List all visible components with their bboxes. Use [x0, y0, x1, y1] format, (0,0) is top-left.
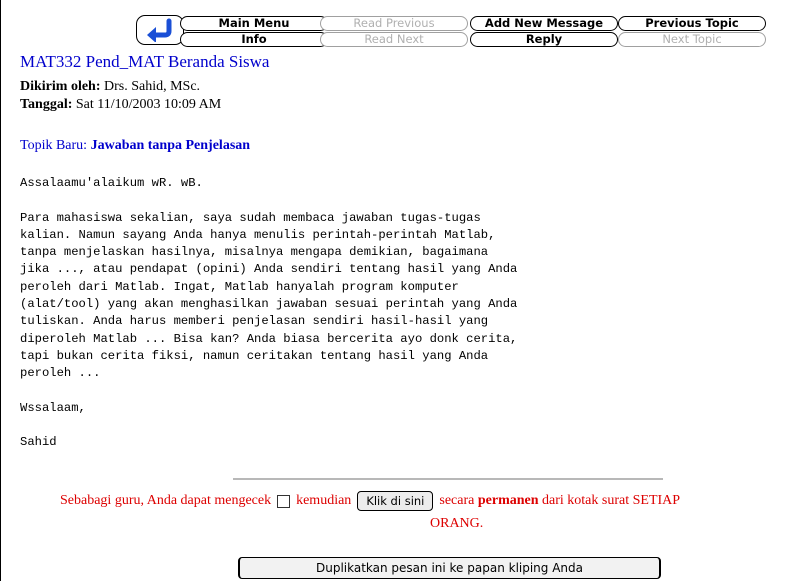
date-line: Tanggal: Sat 11/10/2003 10:09 AM — [20, 97, 221, 113]
topic-value: Jawaban tanpa Penjelasan — [90, 138, 251, 153]
info-button[interactable]: Info — [180, 32, 328, 47]
reply-button[interactable]: Reply — [470, 32, 618, 47]
back-arrow-icon — [147, 18, 172, 42]
sender-line: Dikirim oleh: Drs. Sahid, MSc. — [20, 79, 200, 95]
klik-di-sini-button[interactable]: Klik di sini — [357, 491, 434, 511]
notice-text-end: dari kotak surat SETIAP — [542, 493, 681, 508]
next-topic-button[interactable]: Next Topic — [618, 32, 766, 47]
message-page: Main Menu Info Read Previous Read Next A… — [0, 0, 808, 581]
read-previous-button[interactable]: Read Previous — [320, 16, 468, 31]
notice-row-1: Sebabagi guru, Anda dapat mengecek kemud… — [60, 491, 680, 511]
topic-label: Topik Baru: — [20, 138, 88, 153]
notice-text-after: secara — [439, 493, 475, 508]
notice-row-2: ORANG. — [430, 516, 484, 531]
check-checkbox[interactable] — [277, 494, 291, 508]
message-body: Assalaamu'alaikum wR. wB. Para mahasiswa… — [20, 176, 518, 450]
message-title: MAT332 Pend_MAT Beranda Siswa — [20, 52, 270, 71]
sender-value: Drs. Sahid, MSc. — [104, 79, 201, 94]
duplicate-to-clipboard-button[interactable]: Duplikatkan pesan ini ke papan kliping A… — [238, 557, 661, 579]
topic-line: Topik Baru: Jawaban tanpa Penjelasan — [20, 138, 250, 154]
read-next-button[interactable]: Read Next — [320, 32, 468, 47]
sender-label: Dikirim oleh: — [20, 79, 101, 94]
add-new-message-button[interactable]: Add New Message — [470, 16, 618, 31]
main-menu-button[interactable]: Main Menu — [180, 16, 328, 31]
notice-text-bold: permanen — [477, 493, 539, 508]
date-value: Sat 11/10/2003 10:09 AM — [75, 97, 222, 112]
date-label: Tanggal: — [20, 97, 73, 112]
teacher-notice: Sebabagi guru, Anda dapat mengecek kemud… — [0, 491, 808, 541]
notice-text-middle: kemudian — [296, 493, 352, 508]
notice-text-before: Sebabagi guru, Anda dapat mengecek — [60, 493, 272, 508]
divider — [233, 478, 663, 480]
back-button[interactable] — [136, 15, 184, 45]
previous-topic-button[interactable]: Previous Topic — [618, 16, 766, 31]
